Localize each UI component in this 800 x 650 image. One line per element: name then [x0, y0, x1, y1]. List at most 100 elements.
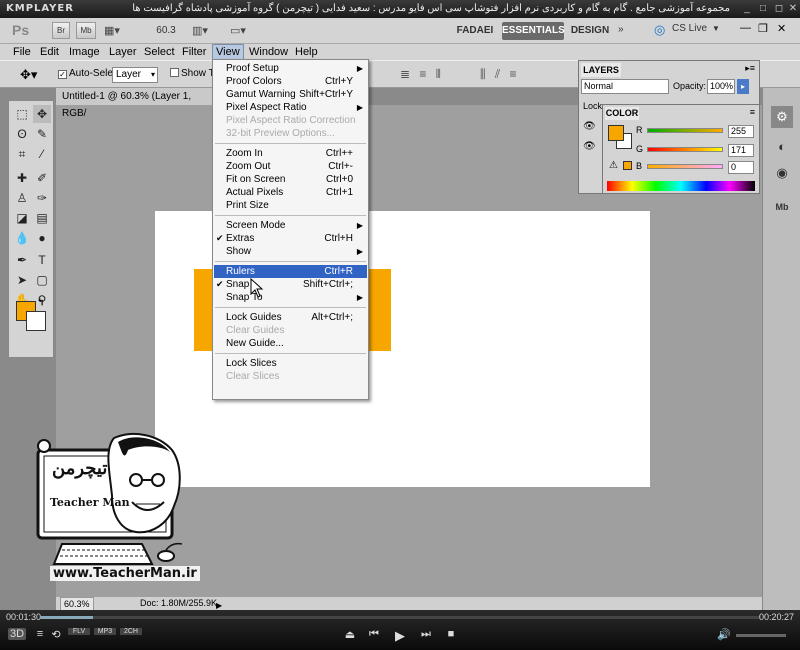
- 3d-button[interactable]: 3D: [8, 628, 26, 640]
- zoom-level[interactable]: 60.3: [148, 23, 184, 39]
- green-slider[interactable]: [647, 147, 723, 152]
- blue-input[interactable]: 0: [728, 161, 754, 174]
- type-tool-icon[interactable]: T: [33, 251, 51, 269]
- crop-tool-icon[interactable]: ⌗: [13, 145, 31, 163]
- view-menu-item[interactable]: Lock Slices: [214, 357, 367, 370]
- lasso-tool-icon[interactable]: ʘ: [13, 125, 31, 143]
- view-menu-item[interactable]: Lock Guides Alt+Ctrl+;: [214, 311, 367, 324]
- masks-panel-icon[interactable]: ◉: [771, 162, 793, 184]
- dodge-tool-icon[interactable]: ●: [33, 229, 51, 247]
- workspace-essentials[interactable]: ESSENTIALS: [502, 22, 565, 40]
- menu-image[interactable]: Image: [66, 44, 103, 60]
- color-foreground-swatch[interactable]: [608, 125, 624, 141]
- green-input[interactable]: 171: [728, 144, 754, 157]
- eraser-tool-icon[interactable]: ◪: [13, 209, 31, 227]
- more-workspaces-icon[interactable]: »: [618, 24, 624, 35]
- menu-filter[interactable]: Filter: [179, 44, 209, 60]
- view-menu-item[interactable]: Show ▶: [214, 245, 367, 258]
- view-menu-item[interactable]: New Guide...: [214, 337, 367, 350]
- menu-file[interactable]: File: [10, 44, 34, 60]
- bridge-button[interactable]: Br: [52, 22, 70, 39]
- blue-slider[interactable]: [647, 164, 723, 169]
- screen-mode-icon[interactable]: ▭▾: [230, 24, 246, 37]
- view-menu-item[interactable]: ✔ Snap Shift+Ctrl+;: [214, 278, 367, 291]
- maximize-icon[interactable]: □: [756, 2, 770, 15]
- workspace-fadaei[interactable]: FADAEI: [450, 22, 500, 40]
- document-tab[interactable]: Untitled-1 @ 60.3% (Layer 1, RGB/: [56, 88, 216, 119]
- red-input[interactable]: 255: [728, 125, 754, 138]
- view-menu-item[interactable]: Proof Colors Ctrl+Y: [214, 75, 367, 88]
- show-transform-checkbox[interactable]: Show Tr: [170, 68, 218, 79]
- view-menu-item[interactable]: Zoom In Ctrl++: [214, 147, 367, 160]
- eject-icon[interactable]: ⏏: [342, 628, 358, 641]
- close-icon[interactable]: ✕: [777, 22, 786, 35]
- background-color-swatch[interactable]: [26, 311, 46, 331]
- visibility-eye-icon[interactable]: 👁: [583, 121, 596, 132]
- view-menu-item[interactable]: Screen Mode ▶: [214, 219, 367, 232]
- adjustments-panel-icon[interactable]: ◐: [771, 136, 793, 158]
- playlist-icon[interactable]: ≡: [32, 628, 48, 640]
- arrange-documents-icon[interactable]: ▥▾: [192, 24, 208, 37]
- view-extras-icon[interactable]: ▦▾: [104, 24, 120, 37]
- mini-bridge-button[interactable]: Mb: [76, 22, 96, 39]
- brush-tool-icon[interactable]: ✐: [33, 169, 51, 187]
- player-title-bar[interactable]: KMPLAYER مجموعه آموزشی جامع . گام به گام…: [0, 0, 800, 18]
- opacity-input[interactable]: 100%: [707, 79, 735, 94]
- menu-view[interactable]: View: [212, 44, 244, 60]
- align-buttons-icon[interactable]: ≣ ≡ ⫴: [400, 67, 444, 82]
- menu-edit[interactable]: Edit: [37, 44, 62, 60]
- close-icon[interactable]: ✕: [786, 2, 800, 15]
- eyedropper-tool-icon[interactable]: ⁄: [33, 145, 51, 163]
- view-menu-item[interactable]: Proof Setup ▶: [214, 62, 367, 75]
- menu-window[interactable]: Window: [246, 44, 291, 60]
- next-icon[interactable]: ⏭: [418, 628, 434, 641]
- distribute-buttons-icon[interactable]: ⫼ ⫽ ≡: [480, 67, 520, 82]
- gradient-tool-icon[interactable]: ▤: [33, 209, 51, 227]
- panel-menu-icon[interactable]: ▸≡: [745, 63, 755, 74]
- swap-colors-icon[interactable]: ↰: [37, 297, 45, 308]
- blur-tool-icon[interactable]: 💧: [13, 229, 31, 247]
- quick-select-tool-icon[interactable]: ✎: [33, 125, 51, 143]
- repeat-icon[interactable]: ⟲: [48, 628, 64, 641]
- stop-icon[interactable]: ■: [443, 628, 459, 640]
- minimize-icon[interactable]: _: [740, 2, 754, 15]
- clone-stamp-tool-icon[interactable]: ♙: [13, 189, 31, 207]
- menu-layer[interactable]: Layer: [106, 44, 140, 60]
- seek-bar[interactable]: [40, 616, 760, 619]
- panel-menu-icon[interactable]: ≡: [750, 107, 755, 117]
- view-menu-item[interactable]: Snap To ▶: [214, 291, 367, 304]
- workspace-design[interactable]: DESIGN: [568, 22, 612, 40]
- chevron-down-icon[interactable]: ▼: [712, 24, 720, 33]
- cs-live-button[interactable]: CS Live: [672, 23, 707, 34]
- history-brush-tool-icon[interactable]: ✑: [33, 189, 51, 207]
- healing-brush-tool-icon[interactable]: ✚: [13, 169, 31, 187]
- color-tab[interactable]: COLOR: [605, 107, 639, 120]
- mini-bridge-icon[interactable]: Mb: [771, 196, 793, 218]
- play-icon[interactable]: ▶: [392, 628, 408, 644]
- pen-tool-icon[interactable]: ✒: [13, 251, 31, 269]
- mini-bridge-panel-icon[interactable]: ⚙: [771, 106, 793, 128]
- restore-icon[interactable]: ❐: [758, 22, 768, 35]
- opacity-arrow-icon[interactable]: ▸: [737, 79, 749, 94]
- volume-slider[interactable]: [736, 634, 786, 637]
- blend-mode-dropdown[interactable]: Normal: [581, 79, 669, 94]
- marquee-tool-icon[interactable]: ⬚: [13, 105, 31, 123]
- minimize-icon[interactable]: —: [740, 22, 751, 34]
- view-menu-item[interactable]: Zoom Out Ctrl+-: [214, 160, 367, 173]
- menu-help[interactable]: Help: [292, 44, 321, 60]
- pin-icon[interactable]: ◻: [772, 2, 786, 15]
- previous-icon[interactable]: ⏮: [366, 628, 382, 641]
- red-slider[interactable]: [647, 128, 723, 133]
- color-spectrum-ramp[interactable]: [607, 181, 755, 191]
- view-menu-item[interactable]: Gamut Warning Shift+Ctrl+Y: [214, 88, 367, 101]
- visibility-eye-icon[interactable]: 👁: [583, 141, 596, 152]
- view-menu-item[interactable]: Rulers Ctrl+R: [214, 265, 367, 278]
- move-tool-icon[interactable]: ✥: [33, 105, 51, 123]
- gamut-swatch[interactable]: [623, 161, 632, 170]
- auto-select-dropdown[interactable]: Layer ▾: [112, 67, 158, 83]
- volume-icon[interactable]: 🔊: [716, 628, 732, 641]
- shape-tool-icon[interactable]: ▢: [33, 271, 51, 289]
- move-tool-icon[interactable]: ✥▾: [20, 67, 37, 83]
- menu-select[interactable]: Select: [141, 44, 178, 60]
- path-selection-tool-icon[interactable]: ➤: [13, 271, 31, 289]
